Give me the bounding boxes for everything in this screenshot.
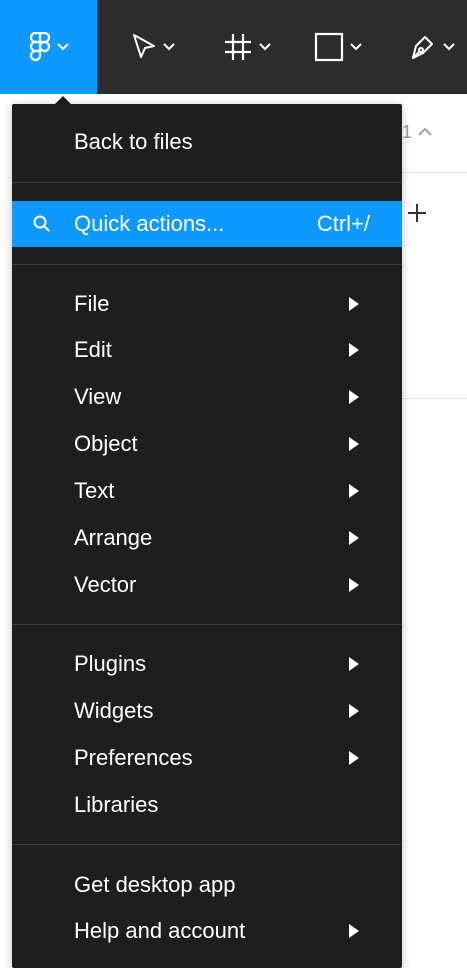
menu-separator bbox=[12, 844, 402, 845]
menu-item-preferences[interactable]: Preferences bbox=[12, 735, 402, 781]
menu-item-label: Widgets bbox=[74, 698, 154, 723]
menu-item-help-and-account[interactable]: Help and account bbox=[12, 908, 402, 954]
menu-item-label: Vector bbox=[74, 572, 137, 597]
menu-item-label: Text bbox=[74, 478, 115, 503]
menu-item-label: Edit bbox=[74, 337, 112, 362]
chevron-down-icon bbox=[443, 43, 455, 51]
menu-item-label: Preferences bbox=[74, 745, 193, 770]
submenu-arrow-icon bbox=[349, 484, 359, 498]
frame-hash-icon bbox=[225, 34, 251, 60]
move-tool-button[interactable] bbox=[118, 0, 188, 94]
menu-separator bbox=[12, 264, 402, 265]
menu-item-widgets[interactable]: Widgets bbox=[12, 688, 402, 734]
menu-separator bbox=[12, 182, 402, 183]
menu-item-label: Get desktop app bbox=[74, 872, 236, 897]
menu-item-libraries[interactable]: Libraries bbox=[12, 782, 402, 828]
panel-divider bbox=[402, 172, 467, 173]
rectangle-icon bbox=[314, 32, 344, 62]
submenu-arrow-icon bbox=[349, 578, 359, 592]
menu-item-text[interactable]: Text bbox=[12, 468, 402, 514]
shortcut-label: Ctrl+/ bbox=[316, 211, 370, 236]
shape-tool-button[interactable] bbox=[303, 0, 373, 94]
submenu-arrow-icon bbox=[349, 343, 359, 357]
menu-item-get-desktop-app[interactable]: Get desktop app bbox=[12, 862, 402, 908]
main-menu-dropdown: Back to files Quick actions... Ctrl+/ Fi… bbox=[12, 104, 402, 968]
menu-item-back-to-files[interactable]: Back to files bbox=[12, 119, 402, 165]
figma-logo-icon bbox=[29, 32, 50, 62]
frame-tool-button[interactable] bbox=[212, 0, 282, 94]
plus-icon[interactable] bbox=[404, 200, 430, 226]
menu-item-file[interactable]: File bbox=[12, 281, 402, 327]
chevron-down-icon bbox=[259, 43, 271, 51]
submenu-arrow-icon bbox=[349, 297, 359, 311]
menu-item-vector[interactable]: Vector bbox=[12, 562, 402, 608]
submenu-arrow-icon bbox=[349, 657, 359, 671]
main-menu-button[interactable] bbox=[0, 0, 97, 94]
move-cursor-icon bbox=[133, 34, 155, 58]
submenu-arrow-icon bbox=[349, 924, 359, 938]
menu-item-quick-actions[interactable]: Quick actions... Ctrl+/ bbox=[12, 201, 402, 247]
chevron-up-icon[interactable] bbox=[418, 127, 432, 137]
submenu-arrow-icon bbox=[349, 390, 359, 404]
chevron-down-icon bbox=[56, 43, 69, 51]
menu-item-label: View bbox=[74, 384, 122, 409]
submenu-arrow-icon bbox=[349, 704, 359, 718]
menu-item-object[interactable]: Object bbox=[12, 421, 402, 467]
submenu-arrow-icon bbox=[349, 531, 359, 545]
menu-pointer bbox=[55, 96, 71, 104]
panel-divider bbox=[402, 398, 467, 399]
menu-item-label: Object bbox=[74, 431, 138, 456]
menu-separator bbox=[12, 624, 402, 625]
menu-item-label: Arrange bbox=[74, 525, 153, 550]
chevron-down-icon bbox=[163, 43, 175, 51]
chevron-down-icon bbox=[350, 43, 362, 51]
menu-item-view[interactable]: View bbox=[12, 374, 402, 420]
menu-item-plugins[interactable]: Plugins bbox=[12, 641, 402, 687]
page-indicator: 1 bbox=[402, 122, 413, 142]
menu-item-label: Help and account bbox=[74, 918, 246, 943]
menu-item-label: Libraries bbox=[74, 792, 159, 817]
menu-item-arrange[interactable]: Arrange bbox=[12, 515, 402, 561]
menu-item-label: File bbox=[74, 291, 110, 316]
submenu-arrow-icon bbox=[349, 751, 359, 765]
menu-item-label: Back to files bbox=[74, 129, 193, 154]
submenu-arrow-icon bbox=[349, 437, 359, 451]
menu-item-edit[interactable]: Edit bbox=[12, 327, 402, 373]
top-toolbar bbox=[0, 0, 467, 94]
menu-item-label: Plugins bbox=[74, 651, 147, 676]
pen-tool-button[interactable] bbox=[396, 0, 466, 94]
pen-icon bbox=[412, 36, 433, 59]
menu-item-label: Quick actions... bbox=[74, 211, 225, 236]
search-icon bbox=[33, 215, 50, 232]
